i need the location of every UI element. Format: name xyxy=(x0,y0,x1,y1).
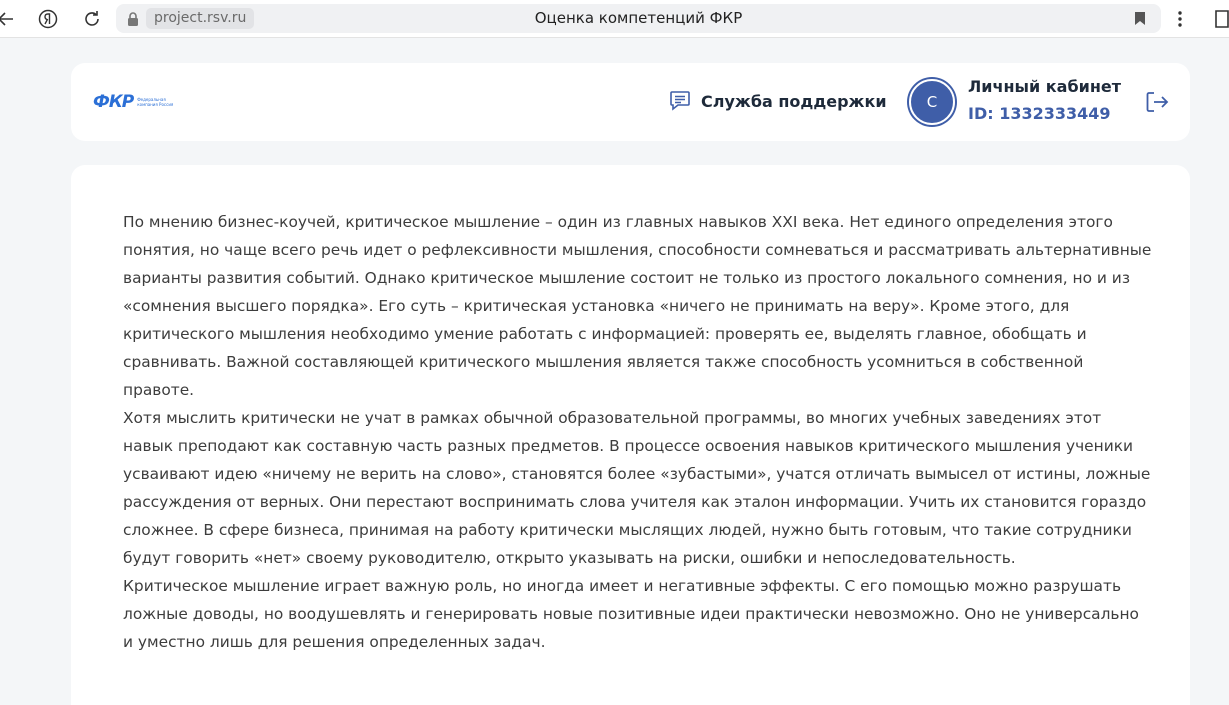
avatar[interactable]: С xyxy=(909,79,955,125)
user-id: ID: 1332333449 xyxy=(968,104,1111,123)
more-menu-icon[interactable] xyxy=(1172,7,1188,31)
site-header: ФКР Федеральная компания Россия Служба п… xyxy=(71,63,1190,141)
personal-cabinet-link[interactable]: Личный кабинет xyxy=(968,77,1121,96)
reload-icon[interactable] xyxy=(80,7,104,31)
yandex-icon[interactable] xyxy=(36,7,60,31)
address-bar[interactable]: project.rsv.ru Оценка компетенций ФКР xyxy=(116,4,1161,33)
question-text: По мнению бизнес-коучей, критическое мыш… xyxy=(123,208,1153,656)
tab-page-title: Оценка компетенций ФКР xyxy=(534,9,743,27)
support-button[interactable]: Служба поддержки xyxy=(669,88,887,114)
url-domain: project.rsv.ru xyxy=(146,8,255,29)
paragraph-1: По мнению бизнес-коучей, критическое мыш… xyxy=(123,213,1152,399)
logout-icon[interactable] xyxy=(1145,91,1169,113)
back-arrow-icon[interactable] xyxy=(0,7,18,31)
lock-icon xyxy=(128,12,138,26)
browser-toolbar: project.rsv.ru Оценка компетенций ФКР xyxy=(0,0,1229,38)
question-text-card: По мнению бизнес-коучей, критическое мыш… xyxy=(71,165,1190,705)
paragraph-3: Критическое мышление играет важную роль,… xyxy=(123,577,1139,651)
fkr-logo[interactable]: ФКР Федеральная компания Россия xyxy=(93,91,188,113)
extension-icon[interactable] xyxy=(1213,8,1229,30)
chat-icon xyxy=(670,91,690,111)
bookmark-icon[interactable] xyxy=(1134,11,1146,26)
support-label: Служба поддержки xyxy=(701,91,887,111)
paragraph-2: Хотя мыслить критически не учат в рамках… xyxy=(123,409,1151,567)
